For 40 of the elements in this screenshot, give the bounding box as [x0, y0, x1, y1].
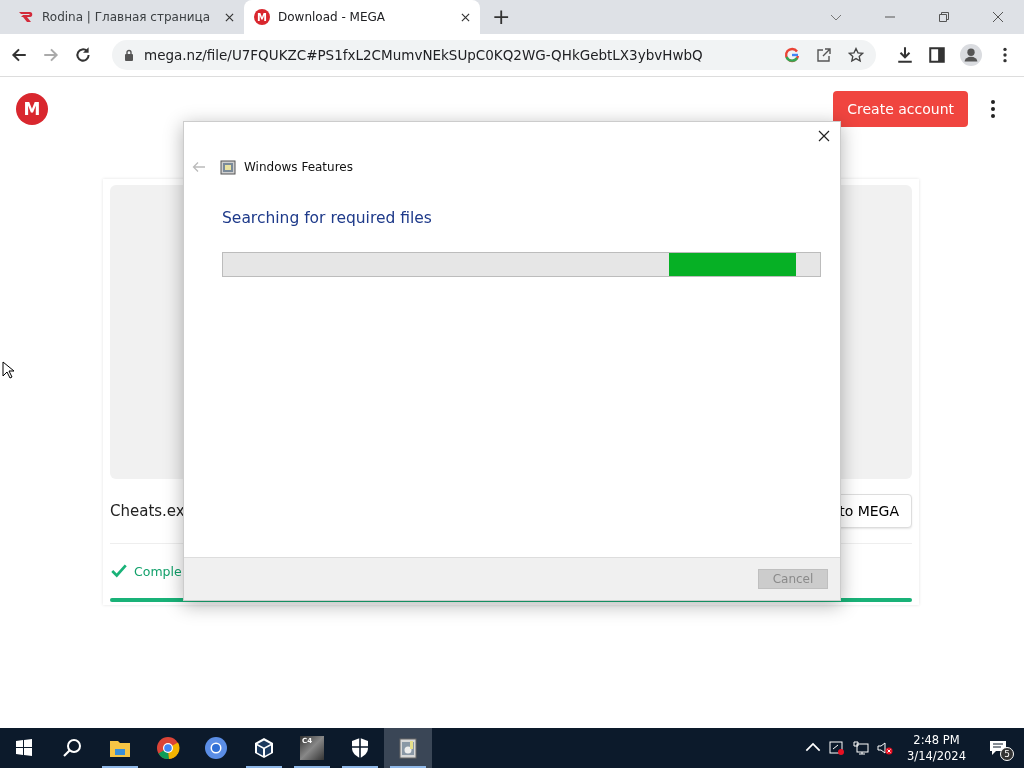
- menu-icon[interactable]: [990, 99, 996, 119]
- cube-icon: [252, 736, 276, 760]
- dialog-title: Windows Features: [244, 160, 353, 174]
- lock-icon: [124, 49, 134, 61]
- reload-icon[interactable]: [74, 46, 92, 64]
- chromium-icon: [204, 736, 228, 760]
- window-features-icon: [396, 736, 420, 760]
- restore-icon[interactable]: [938, 11, 950, 23]
- clock-time[interactable]: 2:48 PM: [913, 732, 960, 748]
- create-account-button[interactable]: Create account: [833, 91, 968, 127]
- side-panel-icon[interactable]: [928, 46, 946, 64]
- download-icon[interactable]: [896, 46, 914, 64]
- close-icon[interactable]: [461, 12, 470, 22]
- speaker-muted-icon[interactable]: [877, 740, 894, 756]
- share-icon[interactable]: [816, 47, 832, 63]
- mega-logo-icon[interactable]: M: [16, 93, 48, 125]
- profile-icon[interactable]: [960, 44, 982, 66]
- close-icon[interactable]: [225, 12, 234, 22]
- clock-date[interactable]: 3/14/2024: [907, 748, 966, 764]
- notifications-button[interactable]: 5: [980, 728, 1016, 768]
- taskbar-app[interactable]: [384, 728, 432, 768]
- new-tab-button[interactable]: +: [492, 6, 511, 28]
- file-name: Cheats.ex: [110, 502, 185, 520]
- status-heading: Searching for required files: [222, 208, 433, 229]
- browser-tab[interactable]: Rodina | Главная страница: [8, 0, 244, 34]
- sync-icon[interactable]: [829, 740, 846, 756]
- close-icon[interactable]: [818, 130, 830, 142]
- google-icon[interactable]: [784, 47, 800, 63]
- status-text: Comple: [134, 563, 182, 579]
- star-icon[interactable]: [848, 47, 864, 63]
- window-features-icon: [220, 159, 236, 175]
- chrome-icon: [156, 736, 180, 760]
- browser-tab[interactable]: M Download - MEGA: [244, 0, 480, 34]
- notification-count: 5: [1000, 747, 1014, 761]
- check-icon: [110, 562, 128, 580]
- address-bar[interactable]: mega.nz/file/U7FQUKZC#PS1fxL2CMumvNEkSUpC0KQ2WG-QHkGebtLX3ybvHwbQ: [112, 40, 876, 70]
- r-logo-icon: [18, 9, 34, 25]
- mega-logo-icon: M: [254, 9, 270, 25]
- network-icon[interactable]: [853, 740, 870, 756]
- back-arrow-icon[interactable]: [10, 46, 28, 64]
